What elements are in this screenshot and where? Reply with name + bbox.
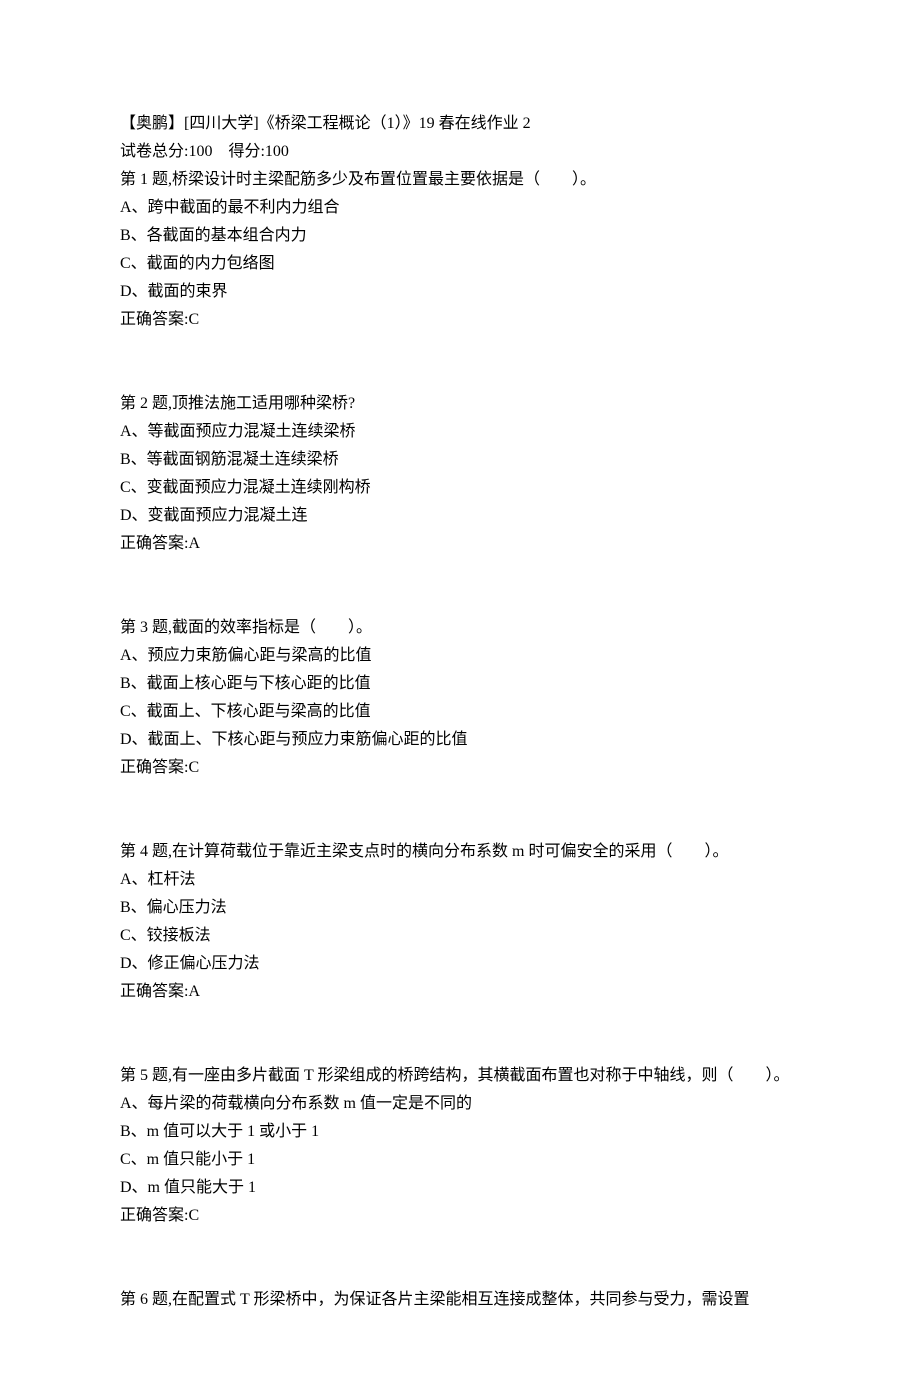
question-option: C、铰接板法 [120, 922, 800, 950]
total-score-value: 100 [188, 143, 212, 160]
question-option: D、m 值只能大于 1 [120, 1174, 800, 1202]
question-1: 第 1 题,桥梁设计时主梁配筋多少及布置位置最主要依据是（ ）。 A、跨中截面的… [120, 166, 800, 334]
answer-label: 正确答案: [120, 983, 188, 1000]
question-option: B、偏心压力法 [120, 894, 800, 922]
total-score-label: 试卷总分: [120, 143, 188, 160]
answer-label: 正确答案: [120, 535, 188, 552]
question-answer: 正确答案:C [120, 1202, 800, 1230]
question-option: A、杠杆法 [120, 866, 800, 894]
question-5: 第 5 题,有一座由多片截面 T 形梁组成的桥跨结构，其横截面布置也对称于中轴线… [120, 1062, 800, 1230]
answer-value: C [188, 759, 199, 776]
question-stem: 第 5 题,有一座由多片截面 T 形梁组成的桥跨结构，其横截面布置也对称于中轴线… [120, 1062, 800, 1090]
answer-value: C [188, 1207, 199, 1224]
question-option: D、变截面预应力混凝土连 [120, 502, 800, 530]
question-4: 第 4 题,在计算荷载位于靠近主梁支点时的横向分布系数 m 时可偏安全的采用（ … [120, 838, 800, 1006]
answer-label: 正确答案: [120, 759, 188, 776]
question-option: C、截面的内力包络图 [120, 250, 800, 278]
question-2: 第 2 题,顶推法施工适用哪种梁桥? A、等截面预应力混凝土连续梁桥 B、等截面… [120, 390, 800, 558]
question-option: A、跨中截面的最不利内力组合 [120, 194, 800, 222]
question-option: D、修正偏心压力法 [120, 950, 800, 978]
question-option: D、截面上、下核心距与预应力束筋偏心距的比值 [120, 726, 800, 754]
question-stem: 第 3 题,截面的效率指标是（ ）。 [120, 614, 800, 642]
question-option: B、等截面钢筋混凝土连续梁桥 [120, 446, 800, 474]
question-option: C、截面上、下核心距与梁高的比值 [120, 698, 800, 726]
question-option: C、变截面预应力混凝土连续刚构桥 [120, 474, 800, 502]
question-answer: 正确答案:A [120, 978, 800, 1006]
question-option: B、各截面的基本组合内力 [120, 222, 800, 250]
question-3: 第 3 题,截面的效率指标是（ ）。 A、预应力束筋偏心距与梁高的比值 B、截面… [120, 614, 800, 782]
question-answer: 正确答案:A [120, 530, 800, 558]
question-option: A、等截面预应力混凝土连续梁桥 [120, 418, 800, 446]
question-stem: 第 2 题,顶推法施工适用哪种梁桥? [120, 390, 800, 418]
question-stem: 第 6 题,在配置式 T 形梁桥中，为保证各片主梁能相互连接成整体，共同参与受力… [120, 1286, 800, 1314]
question-option: B、截面上核心距与下核心距的比值 [120, 670, 800, 698]
question-option: D、截面的束界 [120, 278, 800, 306]
answer-value: A [188, 535, 200, 552]
question-answer: 正确答案:C [120, 754, 800, 782]
question-stem: 第 4 题,在计算荷载位于靠近主梁支点时的横向分布系数 m 时可偏安全的采用（ … [120, 838, 800, 866]
question-option: A、每片梁的荷载横向分布系数 m 值一定是不同的 [120, 1090, 800, 1118]
answer-value: A [188, 983, 200, 1000]
question-stem: 第 1 题,桥梁设计时主梁配筋多少及布置位置最主要依据是（ ）。 [120, 166, 800, 194]
answer-label: 正确答案: [120, 1207, 188, 1224]
question-answer: 正确答案:C [120, 306, 800, 334]
doc-title: 【奥鹏】[四川大学]《桥梁工程概论（1）》19 春在线作业 2 [120, 115, 531, 132]
question-6: 第 6 题,在配置式 T 形梁桥中，为保证各片主梁能相互连接成整体，共同参与受力… [120, 1286, 800, 1314]
obtained-score-value: 100 [265, 143, 289, 160]
question-option: A、预应力束筋偏心距与梁高的比值 [120, 642, 800, 670]
score-gap [212, 143, 228, 160]
answer-value: C [188, 311, 199, 328]
obtained-score-label: 得分: [228, 143, 264, 160]
question-option: C、m 值只能小于 1 [120, 1146, 800, 1174]
answer-label: 正确答案: [120, 311, 188, 328]
question-option: B、m 值可以大于 1 或小于 1 [120, 1118, 800, 1146]
